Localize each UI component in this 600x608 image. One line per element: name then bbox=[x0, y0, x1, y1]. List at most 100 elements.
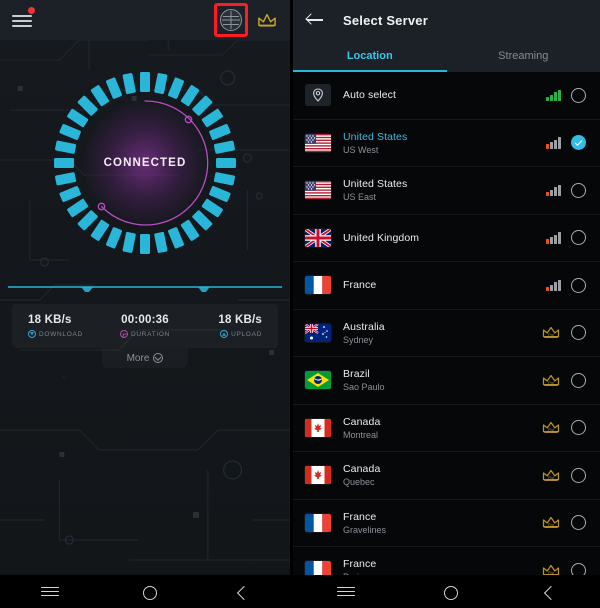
home-icon[interactable] bbox=[444, 585, 459, 600]
server-title: Brazil bbox=[343, 368, 370, 381]
server-subtitle: US West bbox=[343, 144, 379, 155]
server-title: Canada bbox=[343, 415, 381, 428]
home-icon[interactable] bbox=[143, 585, 157, 600]
hamburger-menu-icon[interactable] bbox=[12, 7, 35, 28]
server-title: France bbox=[343, 558, 377, 571]
globe-icon[interactable] bbox=[220, 9, 242, 31]
pro-crown-icon: Pro bbox=[542, 422, 560, 434]
tab-streaming[interactable]: Streaming bbox=[447, 40, 600, 72]
clock-icon bbox=[119, 330, 128, 338]
location-pin-icon bbox=[313, 88, 323, 103]
flag-au-icon bbox=[305, 323, 331, 342]
left-topbar bbox=[0, 0, 290, 40]
server-row-actions: Pro bbox=[541, 467, 586, 483]
pro-crown-icon: Pro bbox=[542, 517, 560, 529]
server-title: United States bbox=[343, 130, 408, 143]
server-row[interactable]: United Kingdom bbox=[293, 214, 600, 262]
pro-crown-icon: Pro bbox=[542, 327, 560, 339]
signal-strength-icon bbox=[546, 232, 561, 244]
server-title: Auto select bbox=[343, 89, 397, 102]
server-row-actions: Pro bbox=[541, 515, 586, 531]
server-radio[interactable] bbox=[571, 182, 586, 198]
server-radio[interactable] bbox=[571, 87, 586, 103]
server-row[interactable]: Auto select bbox=[293, 72, 600, 120]
server-text: Australia Sydney bbox=[343, 321, 541, 345]
server-radio[interactable] bbox=[571, 467, 586, 483]
vpn-home-screen: CONNECTED 18 KB/s DOWNLOAD 00:00:36 DURA… bbox=[0, 0, 293, 608]
select-server-screen: Select Server Location Streaming Auto se… bbox=[293, 0, 600, 608]
recent-apps-icon[interactable] bbox=[336, 583, 357, 601]
flag-fr-icon bbox=[305, 513, 331, 532]
server-text: France Gravelines bbox=[343, 511, 541, 535]
more-label: More bbox=[126, 352, 150, 364]
crown-icon[interactable] bbox=[256, 11, 278, 29]
server-row[interactable]: France Gravelines Pro bbox=[293, 499, 600, 547]
server-row-actions bbox=[546, 230, 586, 246]
server-title: United States bbox=[343, 178, 408, 191]
download-icon bbox=[28, 330, 36, 338]
more-button[interactable]: More bbox=[102, 348, 188, 368]
server-text: Canada Quebec bbox=[343, 463, 541, 487]
server-row-actions: Pro bbox=[541, 420, 586, 436]
recent-apps-icon[interactable] bbox=[41, 583, 61, 601]
duration-value: 00:00:36 bbox=[121, 314, 169, 326]
flag-us-icon bbox=[305, 181, 331, 200]
server-row-actions bbox=[546, 87, 586, 103]
server-title: France bbox=[343, 279, 377, 292]
server-row-actions: Pro bbox=[541, 325, 586, 341]
server-radio[interactable] bbox=[571, 230, 586, 246]
server-row-actions: Pro bbox=[541, 372, 586, 388]
server-text: France bbox=[343, 279, 546, 291]
connection-stats-card: 18 KB/s DOWNLOAD 00:00:36 DURATION 18 KB… bbox=[12, 304, 278, 348]
left-topbar-actions bbox=[214, 3, 278, 37]
server-radio[interactable] bbox=[571, 515, 586, 531]
flag-ca-icon bbox=[305, 466, 331, 485]
server-radio[interactable] bbox=[571, 420, 586, 436]
flag-uk-icon bbox=[305, 228, 331, 247]
server-row[interactable]: Brazil Sao Paulo Pro bbox=[293, 357, 600, 405]
server-row[interactable]: United States US East bbox=[293, 167, 600, 215]
svg-text:Pro: Pro bbox=[548, 428, 554, 432]
connection-dial-wrap: CONNECTED bbox=[0, 70, 290, 256]
download-label: DOWNLOAD bbox=[39, 330, 83, 338]
download-value: 18 KB/s bbox=[28, 314, 72, 326]
server-text: Auto select bbox=[343, 89, 546, 101]
server-tabs: Location Streaming bbox=[293, 40, 600, 72]
globe-button-highlight bbox=[214, 3, 248, 37]
server-text: United States US West bbox=[343, 131, 546, 155]
flag-ca-icon bbox=[305, 418, 331, 437]
server-radio[interactable] bbox=[571, 325, 586, 341]
notification-dot bbox=[28, 7, 35, 14]
android-navbar-right bbox=[293, 575, 600, 608]
server-radio[interactable] bbox=[571, 372, 586, 388]
server-row[interactable]: Canada Quebec Pro bbox=[293, 452, 600, 500]
back-icon[interactable] bbox=[236, 585, 252, 601]
server-radio[interactable] bbox=[571, 277, 586, 293]
upload-label: UPLOAD bbox=[231, 330, 262, 338]
connection-status-label: CONNECTED bbox=[103, 157, 187, 169]
server-row[interactable]: Australia Sydney Pro bbox=[293, 309, 600, 357]
server-row[interactable]: United States US West bbox=[293, 119, 600, 167]
server-radio-selected[interactable] bbox=[571, 135, 586, 151]
connection-dial[interactable]: CONNECTED bbox=[52, 70, 238, 256]
duration-label: DURATION bbox=[130, 330, 171, 338]
upload-label-row: UPLOAD bbox=[184, 330, 262, 338]
speed-graph-line bbox=[0, 282, 290, 296]
server-row[interactable]: Canada Montreal Pro bbox=[293, 404, 600, 452]
svg-text:Pro: Pro bbox=[548, 476, 554, 480]
tab-active-underline bbox=[293, 70, 447, 72]
back-icon[interactable] bbox=[544, 585, 559, 601]
server-row[interactable]: France bbox=[293, 262, 600, 310]
page-title: Select Server bbox=[343, 12, 428, 28]
dual-screenshot-container: CONNECTED 18 KB/s DOWNLOAD 00:00:36 DURA… bbox=[0, 0, 600, 608]
tab-location[interactable]: Location bbox=[293, 40, 447, 72]
server-list[interactable]: Auto select United States US West United… bbox=[293, 72, 600, 608]
server-subtitle: Gravelines bbox=[343, 524, 387, 535]
svg-text:Pro: Pro bbox=[548, 381, 554, 385]
flag-us-icon bbox=[305, 133, 331, 152]
pro-crown-icon: Pro bbox=[542, 374, 560, 386]
signal-strength-icon bbox=[546, 184, 561, 197]
back-arrow-icon[interactable] bbox=[307, 13, 325, 27]
server-text: United States US East bbox=[343, 178, 546, 202]
pro-crown-icon: Pro bbox=[542, 469, 560, 481]
